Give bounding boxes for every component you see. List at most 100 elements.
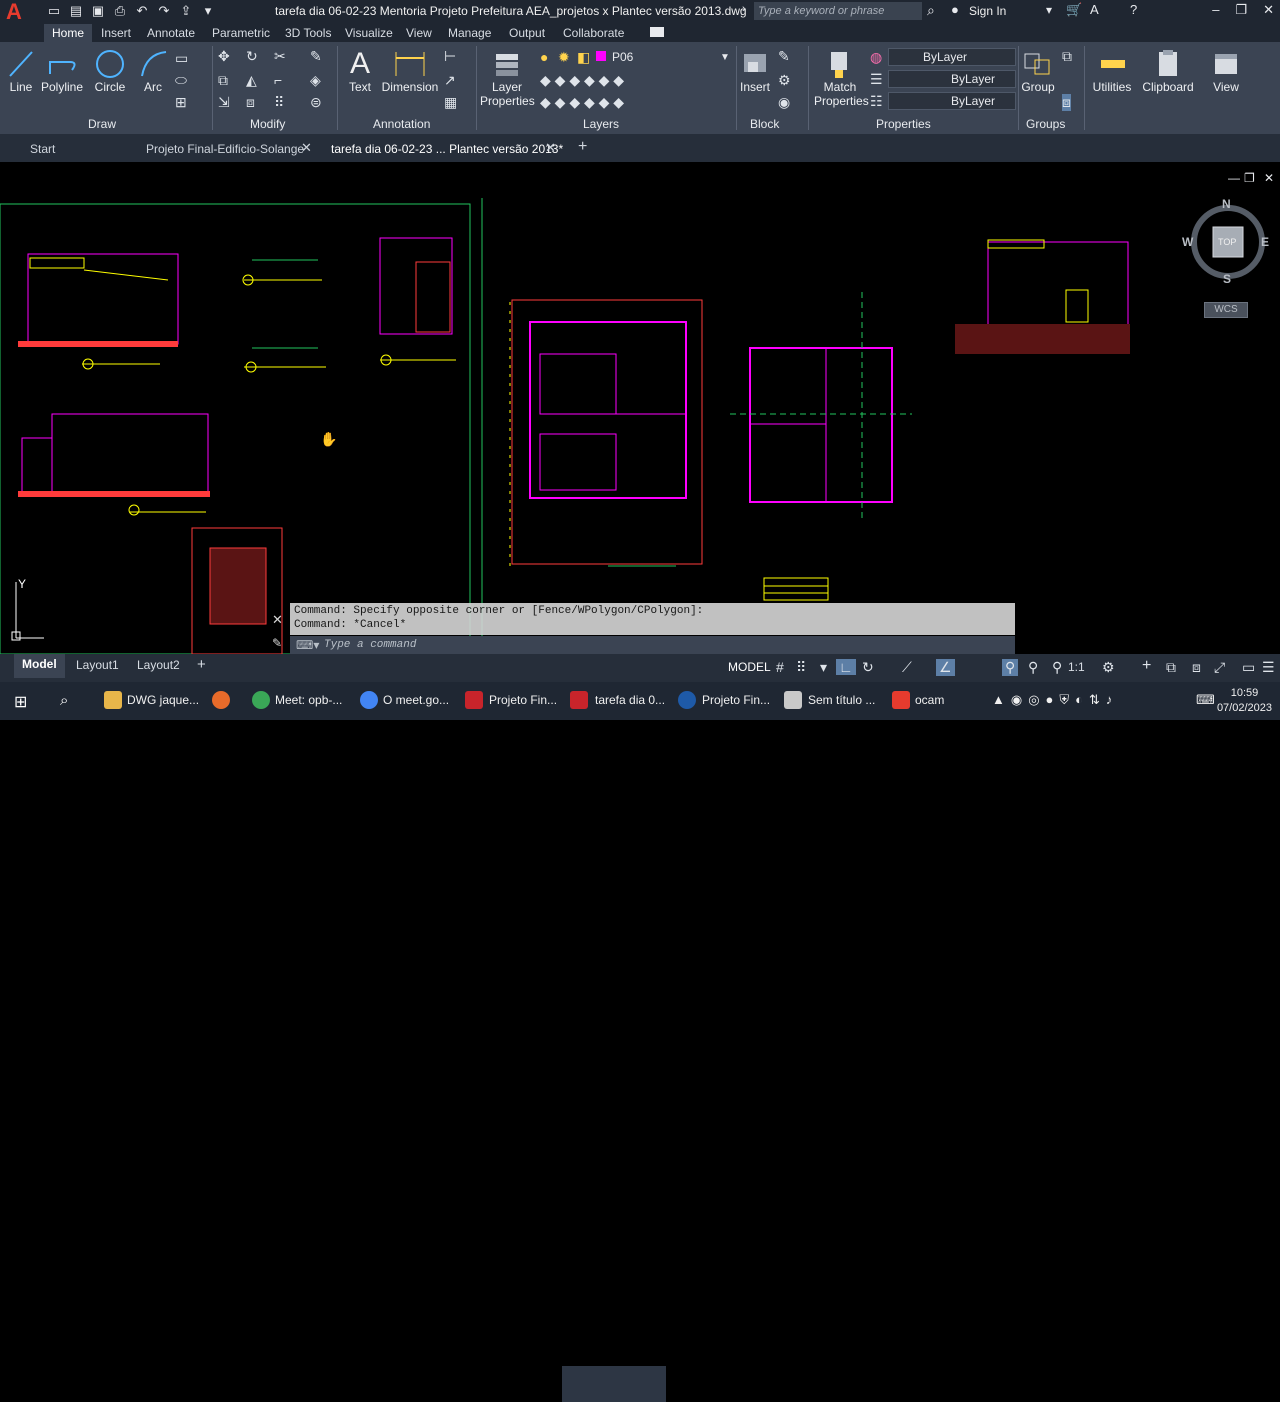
snap-icon[interactable]: ⠿: [796, 659, 806, 676]
match-properties-tool[interactable]: Match Properties: [814, 48, 869, 108]
taskbar-item-projeto-fin-1[interactable]: Projeto Fin...: [489, 693, 557, 707]
table-icon[interactable]: ▦: [444, 94, 457, 111]
wcs-menu[interactable]: WCS: [1204, 302, 1248, 318]
chevron-down-icon[interactable]: ▾: [1046, 3, 1052, 17]
undo-icon[interactable]: ↶: [134, 3, 150, 19]
tab-visualize[interactable]: Visualize: [345, 26, 393, 40]
lightbulb-icon[interactable]: ●: [540, 49, 548, 65]
lineweight-icon[interactable]: ☷: [870, 93, 883, 110]
scale-icon[interactable]: ⧈: [246, 94, 255, 111]
lock-icon[interactable]: ◧: [577, 49, 590, 66]
viewcube-top[interactable]: TOP: [1218, 237, 1236, 247]
grid-icon[interactable]: #: [776, 659, 784, 675]
autodesk-app-icon[interactable]: A: [1090, 2, 1099, 17]
tab-home[interactable]: Home: [44, 24, 93, 42]
chevron-down-icon[interactable]: ▼: [720, 52, 730, 63]
language-icon[interactable]: ⌨: [1196, 692, 1215, 708]
linear-dim-icon[interactable]: ⊢: [444, 48, 456, 65]
taskbar-item-projeto-fin-2[interactable]: Projeto Fin...: [702, 693, 770, 707]
save-icon[interactable]: ▣: [90, 3, 106, 19]
snap-dropdown-icon[interactable]: ▾: [820, 659, 827, 676]
group-tool[interactable]: Group: [1020, 48, 1056, 94]
viewcube-south[interactable]: S: [1223, 272, 1231, 286]
clipboard-tool[interactable]: Clipboard: [1142, 48, 1194, 94]
ortho-icon[interactable]: ∟: [836, 659, 856, 675]
add-icon[interactable]: +: [1142, 657, 1151, 675]
taskbar-item-tarefa[interactable]: tarefa dia 0...: [595, 693, 665, 707]
print-icon[interactable]: ⎙: [112, 3, 128, 19]
linetype-dropdown[interactable]: ByLayer: [888, 70, 1016, 88]
taskbar-item-dwg-folder[interactable]: DWG jaque...: [127, 693, 199, 707]
drawing-canvas[interactable]: — ❐ ✕ Y ✋ N S E W TOP WCS: [0, 162, 1280, 655]
utilities-tool[interactable]: Utilities: [1088, 48, 1136, 94]
arc-tool[interactable]: Arc: [138, 48, 168, 94]
windows-start-icon[interactable]: ⊞: [14, 692, 27, 712]
object-snap-tracking-icon[interactable]: ∠: [936, 659, 955, 676]
new-tab-icon[interactable]: +: [578, 138, 587, 156]
help-icon[interactable]: ?: [1130, 2, 1137, 17]
groups-panel-label[interactable]: Groups: [1026, 117, 1065, 131]
leader-icon[interactable]: ↗: [444, 72, 456, 89]
minimize-icon[interactable]: –: [1212, 2, 1219, 18]
cart-icon[interactable]: 🛒: [1066, 2, 1082, 18]
system-tray-icons[interactable]: ▲◉◎●⛨◐⇅♪: [992, 692, 1118, 708]
polar-tracking-icon[interactable]: ↻: [862, 659, 874, 676]
restore-icon[interactable]: ❐: [1235, 2, 1247, 18]
lineweight-dropdown[interactable]: ByLayer: [888, 92, 1016, 110]
layout-tab-model[interactable]: Model: [14, 654, 65, 678]
command-input[interactable]: Type a command: [290, 636, 1015, 654]
polyline-tool[interactable]: Polyline: [40, 48, 84, 94]
copy-icon[interactable]: ⧉: [218, 72, 228, 89]
sun-icon[interactable]: ✹: [558, 49, 570, 66]
attribute-icon[interactable]: ◉: [778, 94, 790, 111]
explode-icon[interactable]: ◈: [310, 72, 321, 89]
layers-panel-label[interactable]: Layers: [583, 117, 619, 131]
tab-3d-tools[interactable]: 3D Tools: [285, 26, 331, 40]
autocad-logo-icon[interactable]: A: [6, 1, 30, 25]
isolate-objects-icon[interactable]: ⧉: [1166, 659, 1176, 676]
array-icon[interactable]: ⠿: [274, 94, 284, 111]
offset-icon[interactable]: ⊜: [310, 94, 322, 111]
block-panel-label[interactable]: Block: [750, 117, 779, 131]
close-icon[interactable]: ✕: [1263, 2, 1274, 18]
text-tool[interactable]: A Text: [345, 48, 375, 95]
move-icon[interactable]: ✥: [218, 48, 230, 65]
tab-insert[interactable]: Insert: [101, 26, 131, 40]
fullscreen-icon[interactable]: ▭: [1242, 659, 1255, 676]
layout-tab-layout2[interactable]: Layout2: [137, 658, 180, 672]
workspace-gear-icon[interactable]: ⚙: [1102, 659, 1115, 676]
taskbar-item-sem-titulo[interactable]: Sem título ...: [808, 693, 875, 707]
start-tab[interactable]: Start: [30, 142, 55, 156]
ungroup-icon[interactable]: ⧉: [1062, 48, 1072, 65]
dimension-tool[interactable]: Dimension: [381, 48, 439, 94]
tab-output[interactable]: Output: [509, 26, 545, 40]
viewcube[interactable]: N S E W TOP: [1182, 197, 1270, 286]
fillet-icon[interactable]: ⌐: [274, 72, 282, 88]
hardware-acceleration-icon[interactable]: ⧈: [1192, 659, 1201, 676]
firefox-icon[interactable]: [212, 691, 230, 709]
layer-tools-row1-icon[interactable]: ◆ ◆ ◆ ◆ ◆ ◆: [540, 72, 624, 89]
command-close-icon[interactable]: ✕: [272, 612, 283, 628]
redo-icon[interactable]: ↷: [156, 3, 172, 19]
line-tool[interactable]: Line: [6, 48, 36, 94]
circle-tool[interactable]: Circle: [92, 48, 128, 94]
user-icon[interactable]: ●: [951, 2, 959, 17]
close-tab-icon[interactable]: ✕: [545, 140, 556, 156]
annotation-scale-value[interactable]: 1:1: [1068, 660, 1085, 674]
search-input[interactable]: Type a keyword or phrase: [754, 2, 922, 20]
new-file-icon[interactable]: ▭: [46, 3, 62, 19]
draw-panel-label[interactable]: Draw: [88, 117, 116, 131]
taskbar-item-ocam[interactable]: ocam: [915, 693, 944, 707]
linetype-icon[interactable]: ☰: [870, 71, 883, 88]
sign-in-link[interactable]: Sign In: [969, 4, 1006, 18]
taskbar-item-meet[interactable]: Meet: opb-...: [275, 693, 342, 707]
viewcube-west[interactable]: W: [1182, 235, 1193, 249]
layer-properties-tool[interactable]: Layer Properties: [480, 48, 535, 108]
rectangle-icon[interactable]: ▭: [175, 50, 188, 67]
rotate-icon[interactable]: ↻: [246, 48, 258, 65]
boundary-icon[interactable]: ⊞: [175, 94, 187, 111]
insert-tool[interactable]: Insert: [738, 48, 772, 94]
layer-dropdown[interactable]: P06: [608, 49, 732, 67]
hatch-icon[interactable]: ⬭: [175, 72, 187, 89]
tab-annotate[interactable]: Annotate: [147, 26, 195, 40]
